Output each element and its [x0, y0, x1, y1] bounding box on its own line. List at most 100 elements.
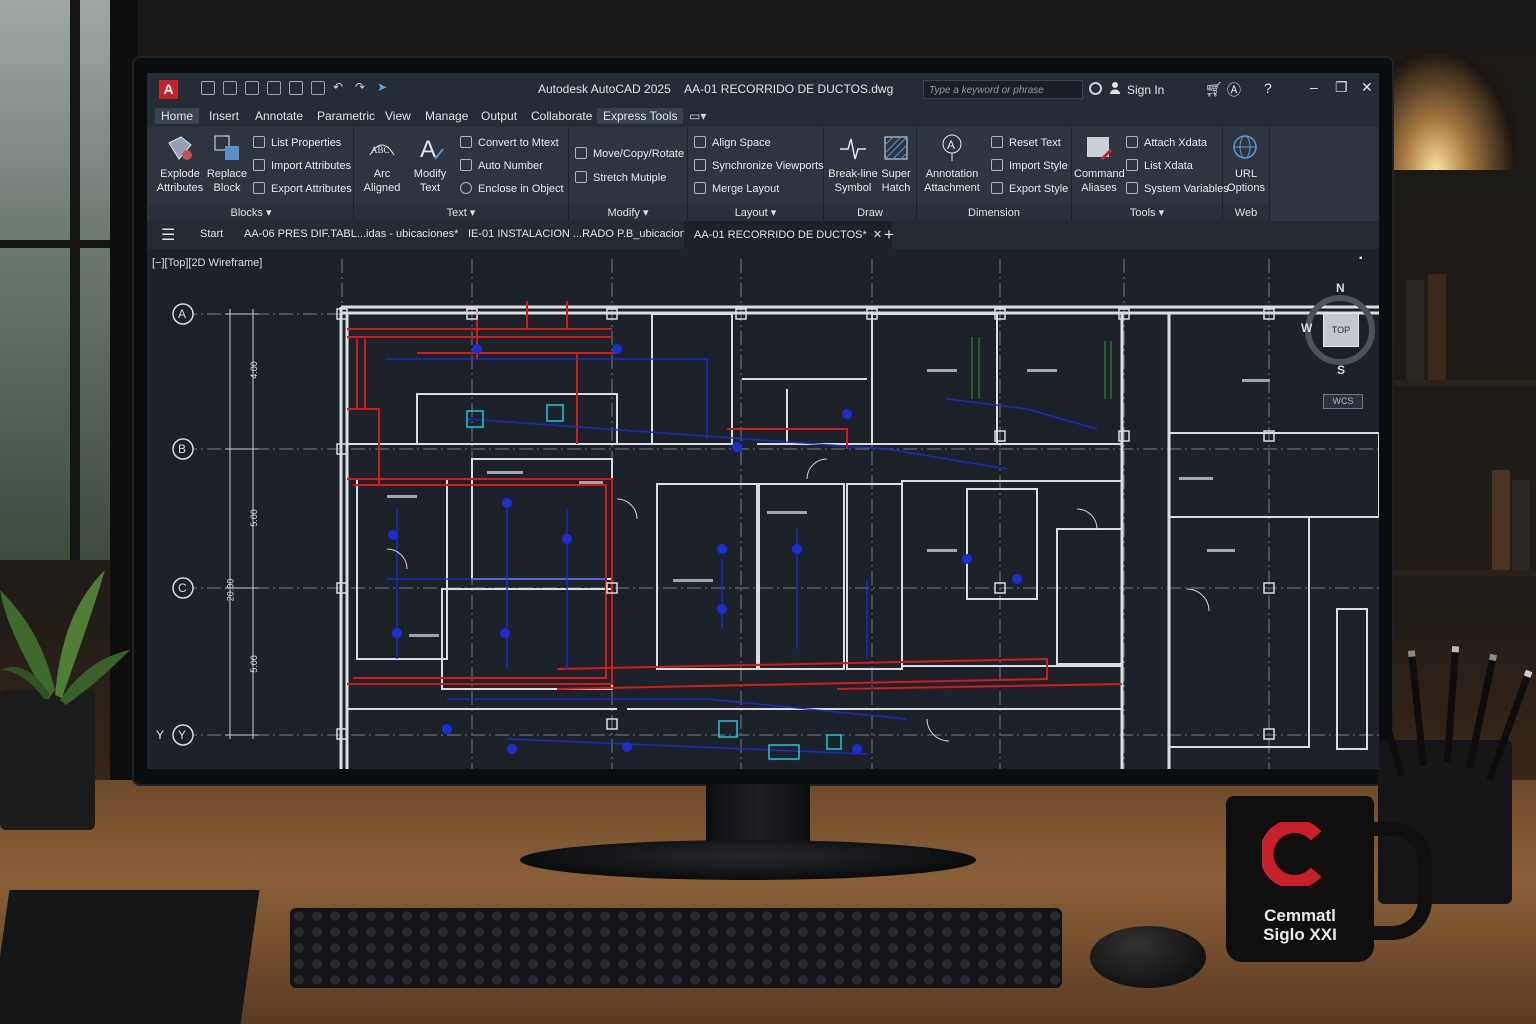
- viewcube[interactable]: TOP N W S: [1301, 281, 1379, 383]
- minimize-icon[interactable]: –: [1310, 79, 1318, 95]
- list-xdata-icon: [1126, 159, 1138, 171]
- panel-draw: Break-line Symbol Super Hatch Draw: [824, 127, 917, 221]
- panel-title-tools[interactable]: Tools ▾: [1072, 205, 1222, 221]
- panel-text: ABC Arc Aligned A Modify Text Convert to M…: [354, 127, 569, 221]
- panel-title-modify[interactable]: Modify ▾: [569, 205, 687, 221]
- drawing-viewport[interactable]: [−][Top][2D Wireframe] A B C Y Y 4.00 5.…: [147, 249, 1379, 769]
- breakline-icon: [840, 138, 866, 160]
- menu-icon[interactable]: ☰: [161, 225, 175, 245]
- auto-number-icon: [460, 159, 472, 171]
- close-icon[interactable]: ✕: [1361, 79, 1373, 96]
- stretch-multiple-icon: [575, 171, 587, 183]
- open-icon[interactable]: [223, 81, 237, 95]
- modify-text-button[interactable]: A Modify Text: [408, 133, 452, 195]
- export-style-button[interactable]: Export Style: [991, 182, 1068, 195]
- export-style-icon: [991, 182, 1003, 194]
- save-as-icon[interactable]: [267, 81, 281, 95]
- panel-title-dimension[interactable]: Dimension: [917, 205, 1071, 221]
- undo-icon[interactable]: ↶: [333, 81, 347, 95]
- floor-plan-drawing[interactable]: [147, 249, 1379, 769]
- enclose-in-object-button[interactable]: Enclose in Object: [460, 182, 564, 195]
- list-xdata-button[interactable]: List Xdata: [1126, 159, 1193, 172]
- compass-north[interactable]: N: [1336, 281, 1345, 295]
- doc-tab-start[interactable]: Start: [200, 228, 223, 240]
- merge-layout-button[interactable]: Merge Layout: [694, 182, 779, 195]
- arc-aligned-button[interactable]: ABC Arc Aligned: [360, 133, 404, 195]
- panel-title-text[interactable]: Text ▾: [354, 205, 568, 221]
- search-input[interactable]: Type a keyword or phrase: [923, 80, 1083, 99]
- plot-icon[interactable]: [311, 81, 325, 95]
- synchronize-viewports-button[interactable]: Synchronize Viewports: [694, 159, 824, 172]
- autodesk-a360-icon[interactable]: Ⓐ: [1227, 80, 1241, 100]
- super-hatch-button[interactable]: Super Hatch: [878, 133, 914, 195]
- system-variables-button[interactable]: System Variables: [1126, 182, 1229, 195]
- align-space-button[interactable]: Align Space: [694, 136, 771, 149]
- cart-icon[interactable]: 🛒︎: [1205, 81, 1223, 98]
- tab-insert[interactable]: Insert: [203, 108, 245, 124]
- tab-home[interactable]: Home: [155, 108, 200, 124]
- notebook: [0, 890, 260, 1024]
- annotation-attachment-button[interactable]: A Annotation Attachment: [921, 133, 983, 195]
- panel-title-blocks[interactable]: Blocks ▾: [149, 205, 353, 221]
- import-style-icon: [991, 159, 1003, 171]
- save-icon[interactable]: [245, 81, 259, 95]
- cemmatl-logo-icon: [1262, 822, 1322, 886]
- reset-text-button[interactable]: Reset Text: [991, 136, 1061, 149]
- help-icon[interactable]: ?: [1264, 80, 1272, 96]
- compass-west[interactable]: W: [1301, 321, 1312, 335]
- dim-label-3: 5.00: [248, 655, 259, 673]
- tab-express-tools[interactable]: Express Tools: [597, 108, 684, 124]
- grid-label-y: Y: [178, 728, 187, 742]
- close-tab-icon[interactable]: ✕: [873, 229, 882, 241]
- restore-icon[interactable]: ❐: [1335, 79, 1348, 96]
- share-icon[interactable]: ➤: [377, 81, 391, 95]
- tab-view[interactable]: View: [379, 108, 417, 124]
- user-icon[interactable]: [1110, 82, 1120, 94]
- explode-attributes-icon: [168, 136, 192, 160]
- move-copy-rotate-button[interactable]: Move/Copy/Rotate: [575, 147, 684, 160]
- stretch-multiple-button[interactable]: Stretch Mutiple: [575, 171, 666, 184]
- viewport-maximize-icon[interactable]: ▪: [1359, 253, 1363, 264]
- list-properties-icon: [253, 136, 265, 148]
- doc-tab-ie01[interactable]: IE-01 INSTALACION ...RADO P.B_ubicacion: [468, 228, 686, 240]
- document-tabs: ☰ Start AA-06 PRES DIF.TABL...idas - ubi…: [147, 221, 1379, 249]
- export-attributes-button[interactable]: Export Attributes: [253, 182, 352, 195]
- panel-title-draw[interactable]: Draw: [824, 205, 916, 221]
- new-icon[interactable]: [201, 81, 215, 95]
- tab-manage[interactable]: Manage: [419, 108, 474, 124]
- redo-icon[interactable]: ↷: [355, 81, 369, 95]
- import-attributes-button[interactable]: Import Attributes: [253, 159, 351, 172]
- mug-text-line2: Siglo XXI: [1263, 925, 1337, 944]
- autocad-app-icon[interactable]: A: [159, 80, 178, 99]
- list-properties-button[interactable]: List Properties: [253, 136, 341, 149]
- tab-collaborate[interactable]: Collaborate: [525, 108, 598, 124]
- compass-south[interactable]: S: [1337, 363, 1345, 377]
- system-variables-icon: [1126, 182, 1138, 194]
- svg-text:ABC: ABC: [371, 145, 390, 155]
- panel-title-web[interactable]: Web: [1223, 205, 1269, 221]
- sign-in-link[interactable]: Sign In: [1127, 83, 1164, 97]
- web-save-icon[interactable]: [289, 81, 303, 95]
- tab-parametric[interactable]: Parametric: [311, 108, 381, 124]
- new-tab-icon[interactable]: +: [884, 225, 894, 245]
- command-aliases-button[interactable]: Command Aliases: [1074, 133, 1125, 195]
- panel-title-layout[interactable]: Layout ▾: [688, 205, 823, 221]
- breakline-symbol-button[interactable]: Break-line Symbol: [828, 133, 878, 195]
- url-options-button[interactable]: URL Options: [1225, 133, 1267, 195]
- viewcube-top[interactable]: TOP: [1323, 313, 1359, 347]
- tab-output[interactable]: Output: [475, 108, 523, 124]
- doc-tab-aa06[interactable]: AA-06 PRES DIF.TABL...idas - ubicaciones…: [244, 228, 458, 240]
- tab-annotate[interactable]: Annotate: [249, 108, 309, 124]
- attach-xdata-button[interactable]: Attach Xdata: [1126, 136, 1207, 149]
- search-icon[interactable]: [1089, 82, 1102, 95]
- ribbon-options-icon[interactable]: ▭▾: [683, 108, 712, 124]
- explode-attributes-button[interactable]: Explode Attributes: [155, 133, 205, 195]
- super-hatch-icon: [884, 136, 908, 160]
- wcs-menu[interactable]: WCS: [1323, 394, 1363, 409]
- import-style-button[interactable]: Import Style: [991, 159, 1068, 172]
- convert-to-mtext-button[interactable]: Convert to Mtext: [460, 136, 559, 149]
- doc-tab-aa01-active[interactable]: AA-01 RECORRIDO DE DUCTOS* ✕: [684, 221, 893, 249]
- replace-block-button[interactable]: Replace Block: [205, 133, 249, 195]
- auto-number-button[interactable]: Auto Number: [460, 159, 543, 172]
- enclose-object-icon: [460, 182, 472, 194]
